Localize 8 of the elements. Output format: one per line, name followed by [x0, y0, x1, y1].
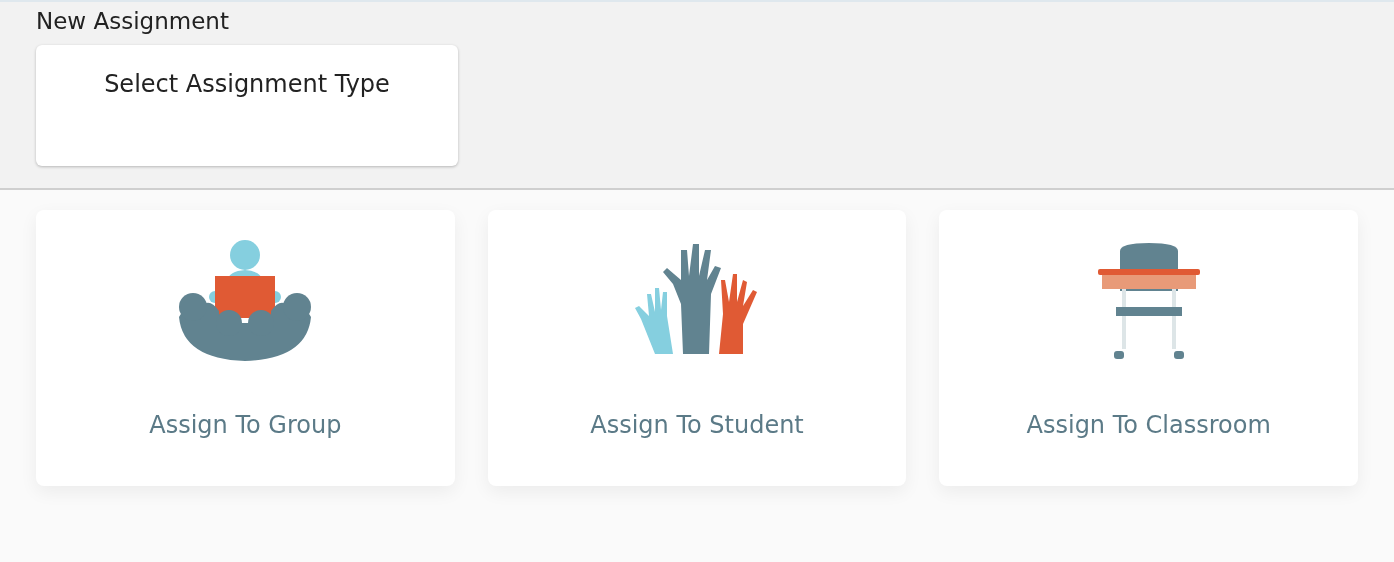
option-label: Assign To Student — [590, 411, 804, 439]
assignment-option-card[interactable]: Assign To Classroom — [939, 210, 1358, 486]
option-label: Assign To Group — [149, 411, 342, 439]
assignment-type-select[interactable]: Select Assignment Type — [36, 45, 458, 166]
option-label: Assign To Classroom — [1026, 411, 1271, 439]
page-title: New Assignment — [36, 8, 230, 34]
assignment-option-card[interactable]: Assign To Group — [36, 210, 455, 486]
assignment-option-card[interactable]: Assign To Student — [487, 210, 907, 486]
